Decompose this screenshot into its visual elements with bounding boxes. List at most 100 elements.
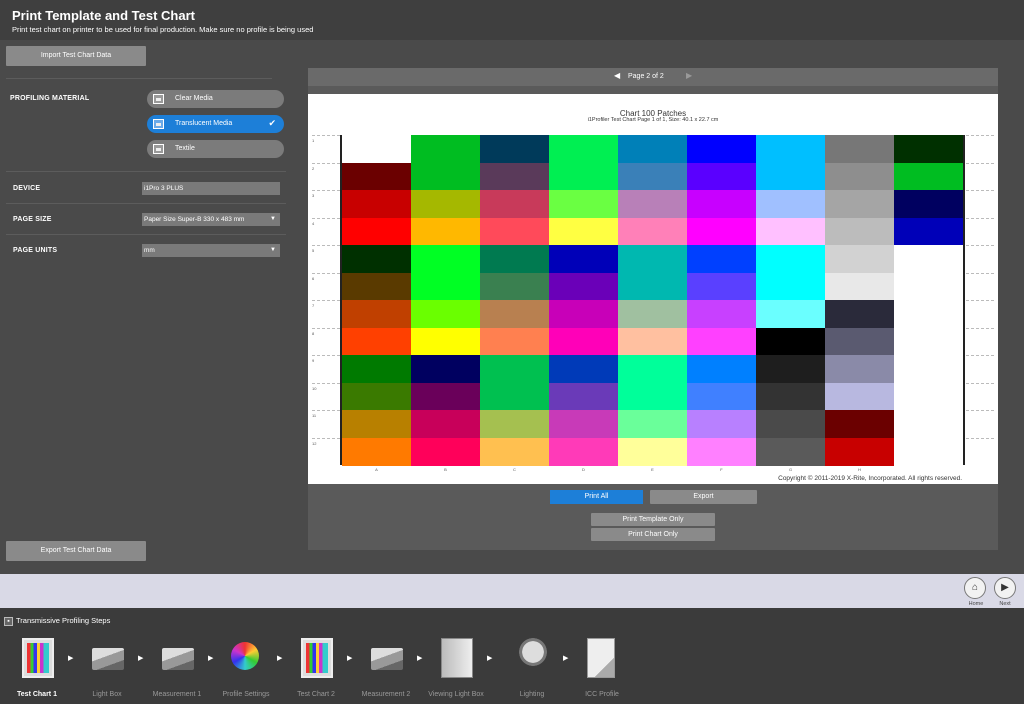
print-template-only-button[interactable]: Print Template Only bbox=[591, 513, 715, 526]
step-profile-settings[interactable]: Profile Settings bbox=[211, 636, 281, 704]
step-icc-profile[interactable]: ICC Profile bbox=[567, 636, 637, 704]
color-patch bbox=[342, 300, 411, 328]
color-patch bbox=[549, 272, 618, 301]
material-translucent-media[interactable]: Translucent Media ✔ bbox=[147, 115, 284, 133]
guide-line bbox=[966, 135, 994, 136]
row-label: 11 bbox=[312, 413, 317, 418]
chart-border bbox=[963, 135, 965, 465]
color-patch bbox=[411, 217, 480, 246]
chart-icon bbox=[301, 638, 333, 678]
import-test-chart-button[interactable]: Import Test Chart Data bbox=[6, 46, 146, 66]
step-test-chart-2[interactable]: Test Chart 2 bbox=[281, 636, 351, 704]
page-units-select[interactable]: mm ▼ bbox=[142, 244, 280, 257]
color-patch bbox=[342, 355, 411, 383]
color-patch bbox=[756, 300, 825, 328]
color-patch bbox=[687, 245, 756, 273]
row-label: 5 bbox=[312, 248, 315, 253]
page-units-value: mm bbox=[144, 247, 155, 254]
step-viewing-light-box[interactable]: Viewing Light Box bbox=[421, 636, 491, 704]
color-patch bbox=[894, 272, 963, 301]
page-size-label: PAGE SIZE bbox=[13, 216, 52, 223]
color-patch bbox=[687, 135, 756, 163]
color-patch bbox=[687, 437, 756, 466]
color-patch bbox=[549, 437, 618, 466]
color-patch bbox=[411, 327, 480, 356]
next-button[interactable]: ▶ bbox=[994, 577, 1016, 599]
color-patch bbox=[618, 410, 687, 438]
color-patch bbox=[618, 245, 687, 273]
profiling-steps: ▪ Transmissive Profiling Steps Test Chart… bbox=[0, 608, 1024, 704]
column-label: G bbox=[788, 467, 793, 472]
print-all-button[interactable]: Print All bbox=[550, 490, 643, 504]
color-patch bbox=[756, 410, 825, 438]
color-patch bbox=[618, 190, 687, 218]
color-patch bbox=[687, 382, 756, 411]
column-label: B bbox=[444, 467, 447, 472]
color-patch bbox=[825, 217, 894, 246]
color-patch bbox=[618, 355, 687, 383]
color-patch bbox=[549, 135, 618, 163]
color-patch bbox=[411, 272, 480, 301]
color-patch bbox=[411, 162, 480, 191]
color-patch bbox=[756, 437, 825, 466]
color-patch bbox=[480, 245, 549, 273]
print-chart-only-button[interactable]: Print Chart Only bbox=[591, 528, 715, 541]
device-field[interactable]: i1Pro 3 PLUS bbox=[142, 182, 280, 195]
row-label: 10 bbox=[312, 385, 317, 391]
measurement-icon bbox=[371, 648, 403, 670]
copyright-text: Copyright © 2011-2019 X-Rite, Incorporat… bbox=[778, 475, 962, 482]
step-measurement-2[interactable]: Measurement 2 bbox=[351, 636, 421, 704]
color-patch bbox=[825, 327, 894, 356]
color-patch bbox=[342, 382, 411, 411]
color-patch bbox=[756, 217, 825, 246]
material-clear-media[interactable]: Clear Media bbox=[147, 90, 284, 108]
color-patch bbox=[825, 190, 894, 218]
step-test-chart-1[interactable]: Test Chart 1 bbox=[2, 636, 72, 704]
color-patch bbox=[618, 162, 687, 191]
page-size-value: Paper Size Super-B 330 x 483 mm bbox=[144, 216, 245, 223]
export-button[interactable]: Export bbox=[650, 490, 757, 504]
page-size-select[interactable]: Paper Size Super-B 330 x 483 mm ▼ bbox=[142, 213, 280, 226]
navigation-bar: ⌂ Home ▶ Next bbox=[0, 574, 1024, 608]
color-patch bbox=[825, 382, 894, 411]
color-patch bbox=[480, 410, 549, 438]
collapse-icon[interactable]: ▪ bbox=[4, 616, 13, 626]
color-patch bbox=[618, 217, 687, 246]
material-label: Translucent Media bbox=[175, 120, 233, 127]
color-patch bbox=[687, 272, 756, 301]
color-patch bbox=[825, 162, 894, 191]
steps-header[interactable]: ▪ Transmissive Profiling Steps bbox=[4, 616, 110, 626]
step-measurement-1[interactable]: Measurement 1 bbox=[142, 636, 212, 704]
guide-line bbox=[966, 355, 994, 356]
import-button-label: Import Test Chart Data bbox=[40, 52, 112, 59]
step-label: Viewing Light Box bbox=[428, 691, 484, 698]
color-patch bbox=[825, 300, 894, 328]
color-patch bbox=[549, 162, 618, 191]
step-label: Test Chart 1 bbox=[17, 691, 57, 698]
color-patch bbox=[618, 382, 687, 411]
color-patch bbox=[480, 217, 549, 246]
color-patch bbox=[342, 162, 411, 191]
column-label: D bbox=[582, 467, 585, 472]
color-patch bbox=[825, 272, 894, 301]
next-page-icon[interactable]: ▶ bbox=[686, 71, 692, 80]
color-patch bbox=[894, 437, 963, 466]
prev-page-icon[interactable]: ◀ bbox=[614, 71, 620, 80]
step-lighting[interactable]: Lighting bbox=[497, 636, 567, 704]
color-patch bbox=[687, 300, 756, 328]
color-patch bbox=[687, 162, 756, 191]
step-light-box[interactable]: Light Box bbox=[72, 636, 142, 704]
home-button[interactable]: ⌂ bbox=[964, 577, 986, 599]
viewing-box-icon bbox=[441, 638, 473, 678]
color-patch bbox=[342, 410, 411, 438]
guide-line bbox=[966, 382, 994, 384]
divider bbox=[6, 78, 272, 79]
guide-line bbox=[312, 300, 340, 301]
divider bbox=[6, 203, 286, 204]
material-textile[interactable]: Textile bbox=[147, 140, 284, 158]
row-label: 2 bbox=[312, 165, 315, 171]
color-patch bbox=[618, 437, 687, 466]
color-patch bbox=[894, 300, 963, 328]
color-patch bbox=[342, 327, 411, 356]
export-test-chart-button[interactable]: Export Test Chart Data bbox=[6, 541, 146, 561]
